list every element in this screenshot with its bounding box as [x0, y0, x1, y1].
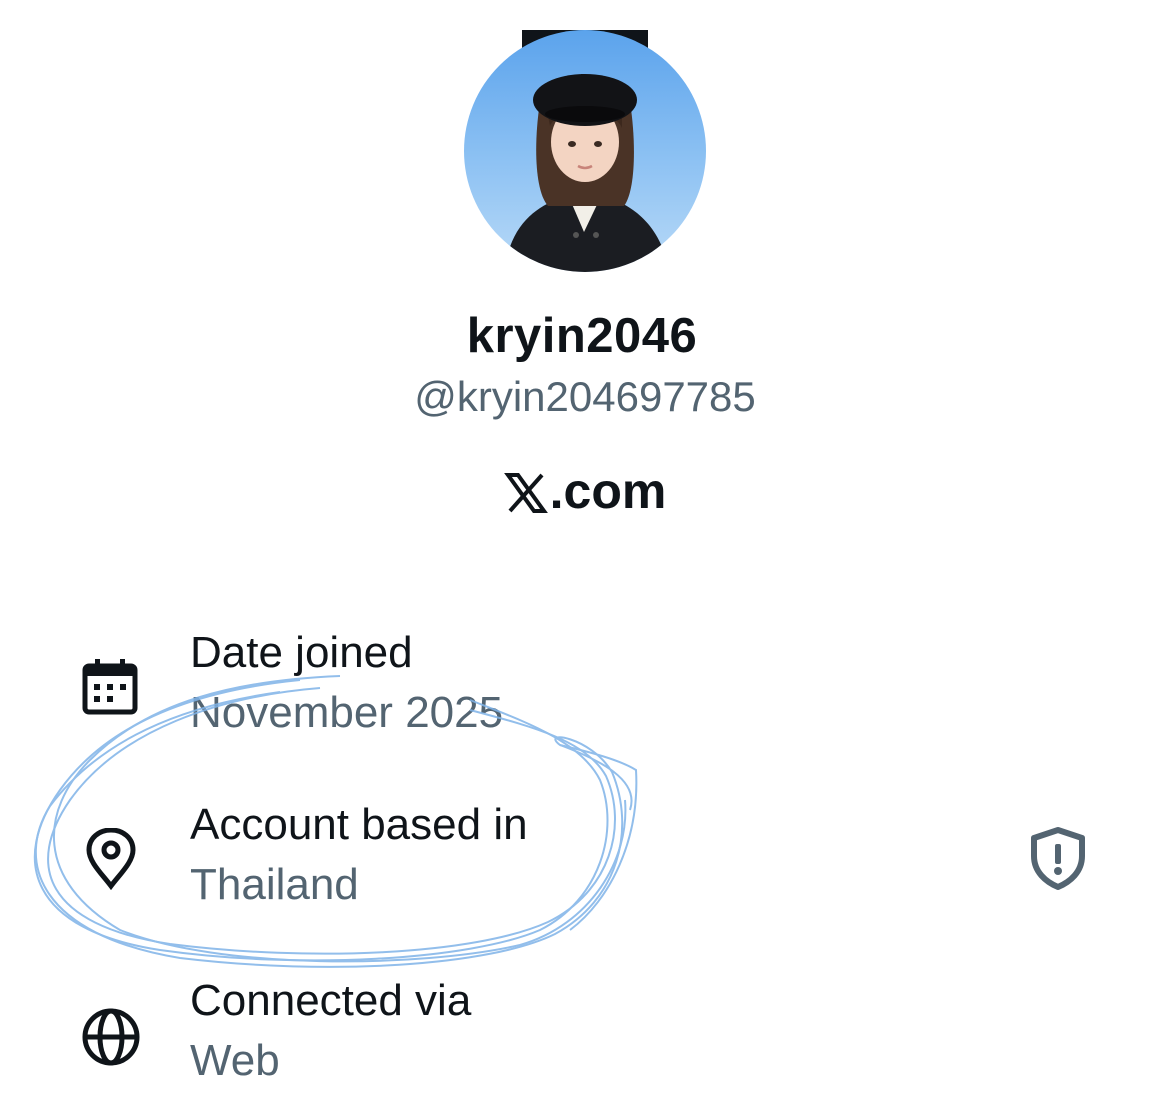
x-logo-icon	[503, 469, 548, 513]
shield-alert-icon[interactable]	[1026, 826, 1090, 890]
avatar-photo	[504, 74, 670, 272]
date-joined-value: November 2025	[190, 688, 504, 737]
connected-via-label: Connected via	[190, 976, 472, 1025]
globe-icon	[80, 1006, 142, 1068]
connected-via-row: Connected via Web	[0, 976, 1170, 1106]
account-based-in-row: Account based in Thailand	[0, 800, 1170, 930]
calendar-icon	[80, 656, 142, 718]
avatar[interactable]	[464, 30, 706, 272]
date-joined-row: Date joined November 2025	[0, 628, 1170, 758]
profile-handle: @kryin204697785	[414, 373, 756, 420]
date-joined-label: Date joined	[190, 628, 413, 677]
site-link[interactable]: .com	[0, 462, 1170, 520]
account-based-in-label: Account based in	[190, 800, 528, 849]
connected-via-value: Web	[190, 1036, 280, 1085]
account-based-in-value: Thailand	[190, 860, 359, 909]
profile-display-name: kryin2046	[466, 309, 698, 363]
location-pin-icon	[80, 827, 142, 891]
site-link-text: .com	[549, 463, 667, 519]
